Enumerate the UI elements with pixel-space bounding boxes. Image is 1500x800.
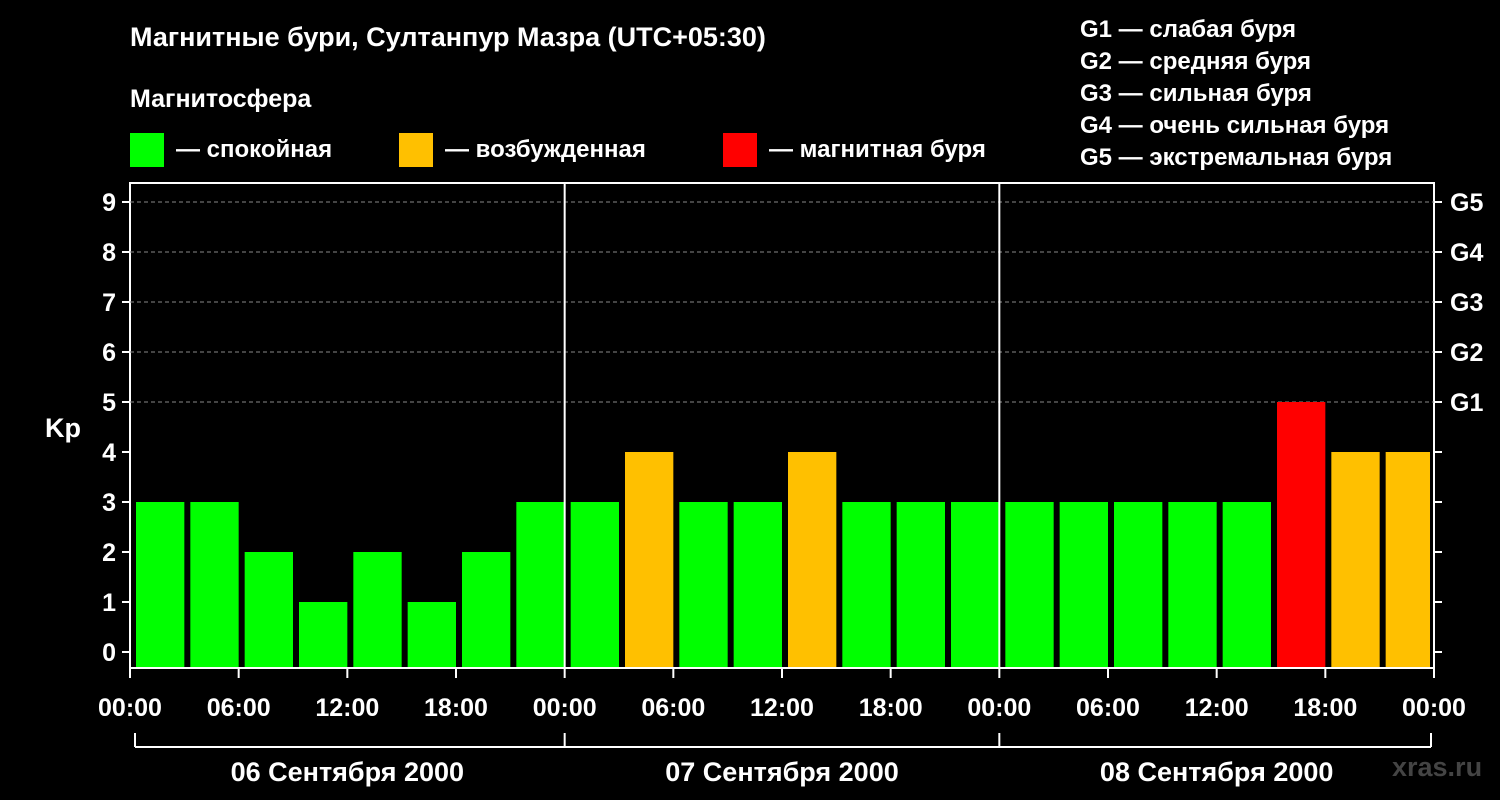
y-tick-label: 1	[102, 589, 116, 617]
kp-bar	[136, 502, 185, 667]
kp-bar	[1168, 502, 1217, 667]
kp-bar	[516, 502, 565, 667]
x-tick-label: 06:00	[207, 694, 271, 722]
y-tick-label: 5	[102, 389, 116, 417]
kp-bar	[1222, 502, 1271, 667]
kp-bar	[462, 552, 511, 667]
watermark: xras.ru	[1392, 752, 1483, 782]
day-label: 06 Сентября 2000	[231, 757, 464, 787]
y-tick-label: 9	[102, 189, 116, 217]
x-tick-label: 00:00	[98, 694, 162, 722]
kp-bar	[1277, 402, 1326, 667]
y-tick-label: 6	[102, 339, 116, 367]
x-tick-label: 18:00	[859, 694, 923, 722]
g-level-label: G1	[1450, 389, 1483, 417]
x-tick-label: 00:00	[967, 694, 1031, 722]
kp-bar	[407, 602, 456, 667]
kp-bar-chart: 0 1 2 3 4 5 6 7 8 9 G1 G2 G3 G4 G5 Kp 00:00 06:00 12:00 18:…	[45, 182, 1483, 787]
kp-bar	[733, 502, 782, 667]
day-label: 07 Сентября 2000	[665, 757, 898, 787]
kp-bar	[679, 502, 728, 667]
g-level-label: G3	[1450, 289, 1483, 317]
kp-bar	[299, 602, 348, 667]
x-tick-label: 18:00	[424, 694, 488, 722]
kp-bar	[1059, 502, 1108, 667]
x-tick-label: 06:00	[1076, 694, 1140, 722]
day-label: 08 Сентября 2000	[1100, 757, 1333, 787]
kp-bar	[1331, 452, 1380, 667]
kp-bar	[244, 552, 293, 667]
x-tick-label: 12:00	[1185, 694, 1249, 722]
kp-bar	[353, 552, 402, 667]
kp-bar	[1114, 502, 1163, 667]
g-level-label: G5	[1450, 189, 1483, 217]
x-tick-label: 18:00	[1293, 694, 1357, 722]
x-tick-label: 06:00	[641, 694, 705, 722]
x-tick-label: 00:00	[533, 694, 597, 722]
y-tick-label: 2	[102, 539, 116, 567]
y-tick-label: 0	[102, 639, 116, 667]
y-tick-label: 4	[102, 439, 116, 467]
kp-bar	[570, 502, 619, 667]
y-tick-label: 7	[102, 289, 116, 317]
kp-bar	[1005, 502, 1054, 667]
kp-bar	[625, 452, 674, 667]
kp-bar	[951, 502, 1000, 667]
x-tick-label: 12:00	[315, 694, 379, 722]
kp-bar	[190, 502, 239, 667]
g-level-label: G2	[1450, 339, 1483, 367]
y-axis-label: Kp	[45, 413, 81, 443]
kp-bar	[1385, 452, 1430, 667]
y-tick-label: 3	[102, 489, 116, 517]
g-level-label: G4	[1450, 239, 1483, 267]
kp-bar	[896, 502, 945, 667]
x-tick-label: 12:00	[750, 694, 814, 722]
kp-bar	[788, 452, 837, 667]
x-tick-label: 00:00	[1402, 694, 1466, 722]
kp-bar	[842, 502, 891, 667]
y-tick-label: 8	[102, 239, 116, 267]
